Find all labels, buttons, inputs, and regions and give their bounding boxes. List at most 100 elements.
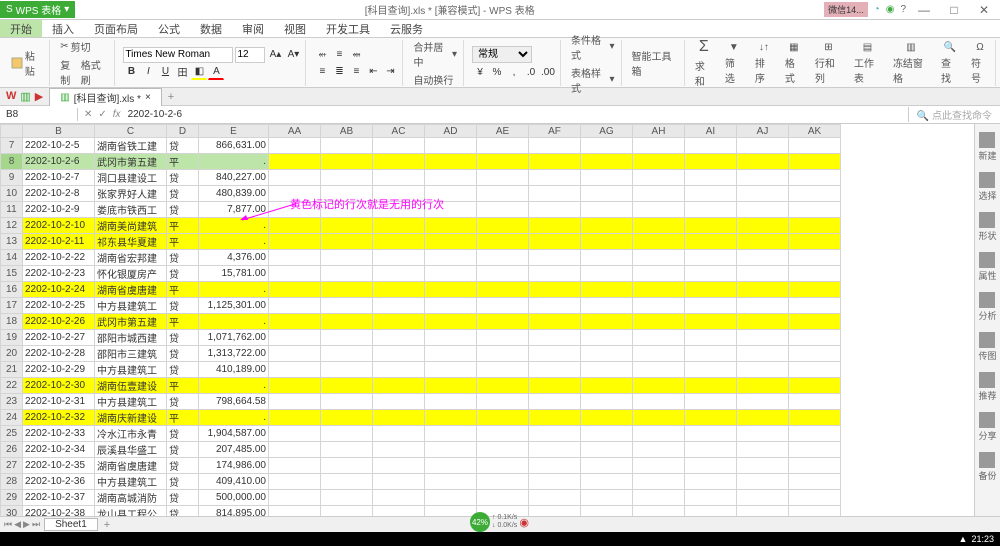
cell-AJ23[interactable] xyxy=(737,394,789,410)
cell-AB10[interactable] xyxy=(321,186,373,202)
cell-AE22[interactable] xyxy=(477,378,529,394)
row-header-28[interactable]: 28 xyxy=(1,474,23,490)
cell-AB14[interactable] xyxy=(321,250,373,266)
add-sheet-button[interactable]: + xyxy=(98,519,116,531)
align-bottom-icon[interactable]: ⬵ xyxy=(348,47,364,63)
cell-AC26[interactable] xyxy=(373,442,425,458)
indent-decrease-icon[interactable]: ⇤ xyxy=(365,64,381,80)
cell-B30[interactable]: 2202-10-2-38 xyxy=(23,506,95,517)
row-header-11[interactable]: 11 xyxy=(1,202,23,218)
cell-AA9[interactable] xyxy=(269,170,321,186)
cell-AC13[interactable] xyxy=(373,234,425,250)
cell-B12[interactable]: 2202-10-2-10 xyxy=(23,218,95,234)
cell-C23[interactable]: 中方县建筑工 xyxy=(95,394,167,410)
row-header-8[interactable]: 8 xyxy=(1,154,23,170)
cell-AD13[interactable] xyxy=(425,234,477,250)
align-center-icon[interactable]: ≣ xyxy=(331,64,347,80)
cell-E9[interactable]: 840,227.00 xyxy=(199,170,269,186)
cell-AK21[interactable] xyxy=(789,362,841,378)
cell-AJ26[interactable] xyxy=(737,442,789,458)
cell-AI17[interactable] xyxy=(685,298,737,314)
cell-AH30[interactable] xyxy=(633,506,685,517)
cell-C18[interactable]: 武冈市第五建 xyxy=(95,314,167,330)
cell-AD20[interactable] xyxy=(425,346,477,362)
cell-AE21[interactable] xyxy=(477,362,529,378)
fx-icon[interactable]: fx xyxy=(113,109,121,120)
cell-AH16[interactable] xyxy=(633,282,685,298)
cell-AG18[interactable] xyxy=(581,314,633,330)
menu-tab-7[interactable]: 开发工具 xyxy=(316,20,380,37)
cell-AI23[interactable] xyxy=(685,394,737,410)
close-button[interactable]: ✕ xyxy=(972,3,996,17)
symbol-button[interactable]: Ω符号 xyxy=(969,41,991,86)
cell-AE19[interactable] xyxy=(477,330,529,346)
sheet-nav-last-icon[interactable]: ⏭ xyxy=(32,519,40,530)
cell-AF17[interactable] xyxy=(529,298,581,314)
cell-D25[interactable]: 贷 xyxy=(167,426,199,442)
cell-AH26[interactable] xyxy=(633,442,685,458)
cell-D18[interactable]: 平 xyxy=(167,314,199,330)
cell-AG19[interactable] xyxy=(581,330,633,346)
cell-E15[interactable]: 15,781.00 xyxy=(199,266,269,282)
cell-AB17[interactable] xyxy=(321,298,373,314)
col-header-AK[interactable]: AK xyxy=(789,125,841,138)
cell-AG10[interactable] xyxy=(581,186,633,202)
cell-D15[interactable]: 贷 xyxy=(167,266,199,282)
cell-B8[interactable]: 2202-10-2-6 xyxy=(23,154,95,170)
row-header-12[interactable]: 12 xyxy=(1,218,23,234)
cell-AI25[interactable] xyxy=(685,426,737,442)
cell-AE27[interactable] xyxy=(477,458,529,474)
italic-button[interactable]: I xyxy=(140,64,156,80)
row-header-19[interactable]: 19 xyxy=(1,330,23,346)
cell-D28[interactable]: 贷 xyxy=(167,474,199,490)
col-header-D[interactable]: D xyxy=(167,125,199,138)
cell-AF18[interactable] xyxy=(529,314,581,330)
cell-AC12[interactable] xyxy=(373,218,425,234)
cell-AA24[interactable] xyxy=(269,410,321,426)
cell-E11[interactable]: 7,877.00 xyxy=(199,202,269,218)
cell-C19[interactable]: 邵阳市城西建 xyxy=(95,330,167,346)
cell-AE7[interactable] xyxy=(477,138,529,154)
cell-AD22[interactable] xyxy=(425,378,477,394)
cell-AJ12[interactable] xyxy=(737,218,789,234)
row-header-7[interactable]: 7 xyxy=(1,138,23,154)
cell-AJ19[interactable] xyxy=(737,330,789,346)
fill-color-button[interactable]: ◧ xyxy=(191,64,207,80)
cell-AB16[interactable] xyxy=(321,282,373,298)
rowcol-button[interactable]: ⊞行和列 xyxy=(813,41,844,86)
cell-AJ9[interactable] xyxy=(737,170,789,186)
cell-AC28[interactable] xyxy=(373,474,425,490)
cell-AD26[interactable] xyxy=(425,442,477,458)
cell-AK22[interactable] xyxy=(789,378,841,394)
cell-AF12[interactable] xyxy=(529,218,581,234)
cell-AD29[interactable] xyxy=(425,490,477,506)
cell-AD18[interactable] xyxy=(425,314,477,330)
cell-AF10[interactable] xyxy=(529,186,581,202)
row-header-21[interactable]: 21 xyxy=(1,362,23,378)
cell-D26[interactable]: 贷 xyxy=(167,442,199,458)
maximize-button[interactable]: □ xyxy=(942,3,966,17)
align-top-icon[interactable]: ⬴ xyxy=(314,47,330,63)
cell-AE16[interactable] xyxy=(477,282,529,298)
indent-increase-icon[interactable]: ⇥ xyxy=(382,64,398,80)
cell-C27[interactable]: 湖南省虞唐建 xyxy=(95,458,167,474)
cell-AK30[interactable] xyxy=(789,506,841,517)
cell-E24[interactable]: . xyxy=(199,410,269,426)
cell-C26[interactable]: 辰溪县华盛工 xyxy=(95,442,167,458)
cell-AD30[interactable] xyxy=(425,506,477,517)
cell-AJ20[interactable] xyxy=(737,346,789,362)
cell-AG29[interactable] xyxy=(581,490,633,506)
cell-AK13[interactable] xyxy=(789,234,841,250)
cell-AJ25[interactable] xyxy=(737,426,789,442)
cell-C14[interactable]: 湖南省宏邦建 xyxy=(95,250,167,266)
col-header-AD[interactable]: AD xyxy=(425,125,477,138)
weixin-badge[interactable]: 微信14... xyxy=(824,2,868,17)
cell-AC16[interactable] xyxy=(373,282,425,298)
document-tab[interactable]: ▥ [科目查询].xls * × xyxy=(49,88,162,106)
cell-AJ15[interactable] xyxy=(737,266,789,282)
cell-AF24[interactable] xyxy=(529,410,581,426)
cell-AH13[interactable] xyxy=(633,234,685,250)
cell-AI12[interactable] xyxy=(685,218,737,234)
cell-AB15[interactable] xyxy=(321,266,373,282)
cell-AA13[interactable] xyxy=(269,234,321,250)
